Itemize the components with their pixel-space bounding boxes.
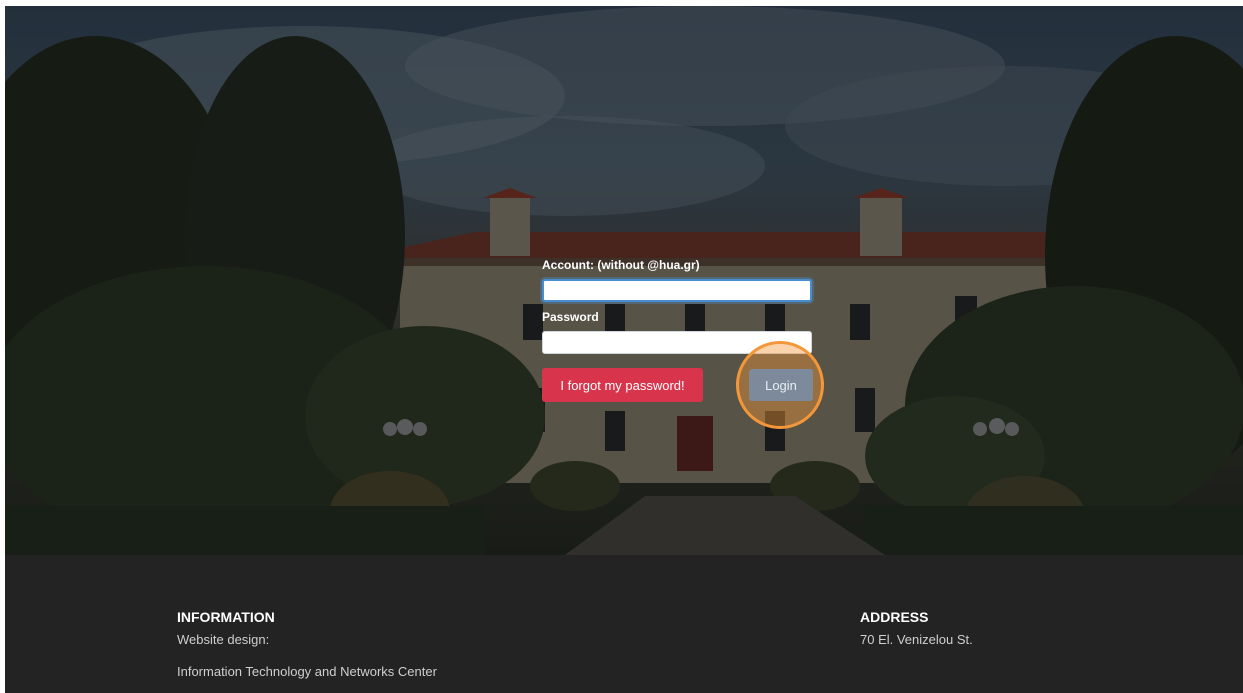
address-heading: ADDRESS [860,609,929,625]
forgot-password-button[interactable]: I forgot my password! [542,368,703,402]
information-heading: INFORMATION [177,609,275,625]
footer: INFORMATION Website design: Information … [5,555,1243,693]
button-row: I forgot my password! Login [542,341,824,429]
password-input[interactable] [542,331,812,354]
password-label: Password [542,310,599,324]
address-street: 70 El. Venizelou St. [860,632,973,647]
account-input[interactable] [542,279,812,302]
website-design-label: Website design: [177,632,270,647]
footer-address: ADDRESS 70 El. Venizelou St. [860,609,973,648]
footer-information: INFORMATION Website design: Information … [177,609,437,680]
login-button[interactable]: Login [749,369,813,401]
account-label: Account: (without @hua.gr) [542,258,700,272]
hero-background: Account: (without @hua.gr) Password I fo… [5,6,1243,555]
page: Account: (without @hua.gr) Password I fo… [5,6,1243,693]
it-center-text: Information Technology and Networks Cent… [177,664,437,679]
login-form: Account: (without @hua.gr) Password I fo… [542,258,824,429]
